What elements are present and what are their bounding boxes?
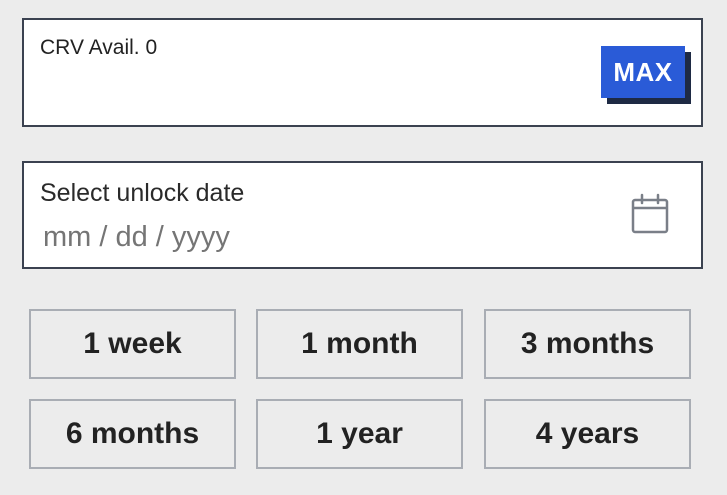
preset-3-months-button[interactable]: 3 months — [484, 309, 691, 379]
preset-1-week-button[interactable]: 1 week — [29, 309, 236, 379]
preset-4-years-button[interactable]: 4 years — [484, 399, 691, 469]
preset-1-year-button[interactable]: 1 year — [256, 399, 463, 469]
unlock-date-input[interactable] — [43, 221, 343, 254]
unlock-date-field[interactable]: Select unlock date — [22, 161, 703, 269]
unlock-date-label: Select unlock date — [40, 179, 245, 207]
calendar-icon[interactable] — [630, 193, 670, 235]
preset-1-month-button[interactable]: 1 month — [256, 309, 463, 379]
crv-amount-field[interactable]: CRV Avail. 0 MAX — [22, 18, 703, 127]
crv-available-label: CRV Avail. 0 — [40, 36, 158, 59]
max-button[interactable]: MAX — [601, 46, 685, 98]
preset-6-months-button[interactable]: 6 months — [29, 399, 236, 469]
